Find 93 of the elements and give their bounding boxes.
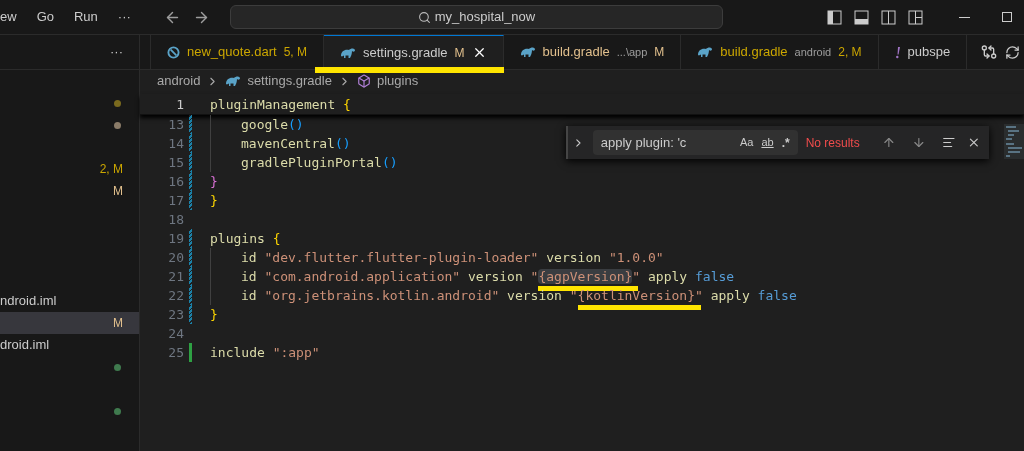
layout-grid-icon[interactable] <box>908 9 923 25</box>
line-number: 15 <box>167 154 184 172</box>
match-case-toggle[interactable]: Aa <box>739 134 754 151</box>
code-token: version <box>545 250 603 265</box>
more-actions-icon[interactable]: ··· <box>110 42 123 62</box>
code-token: " <box>695 288 703 303</box>
elephant-icon <box>697 46 714 58</box>
git-status: M <box>113 183 123 200</box>
code-token: id <box>241 250 258 265</box>
code-token: false <box>695 269 735 284</box>
line-number: 13 <box>167 116 184 134</box>
elephant-icon <box>225 75 242 87</box>
elephant-icon <box>339 46 356 59</box>
code-token: { <box>343 96 351 112</box>
restore-icon[interactable] <box>1002 12 1012 22</box>
sidebar-row[interactable]: M <box>0 312 139 334</box>
line-number: 18 <box>167 211 184 229</box>
line-number: 1 <box>175 95 184 114</box>
code-token: } <box>210 193 218 208</box>
line-number: 19 <box>167 230 184 248</box>
exclamation-icon <box>894 45 901 59</box>
layout-split-icon[interactable] <box>881 9 896 25</box>
code-token: version <box>466 269 524 284</box>
compare-changes-icon[interactable] <box>981 44 997 60</box>
search-icon <box>417 10 431 24</box>
layout-panel-icon[interactable] <box>854 9 869 25</box>
menu-item[interactable]: ··· <box>117 7 131 27</box>
file-name[interactable]: ndroid.iml <box>0 291 57 311</box>
next-match-icon[interactable] <box>911 135 926 150</box>
find-result: No results <box>805 134 861 152</box>
line-number: 23 <box>167 306 184 324</box>
code-token: () <box>334 136 351 151</box>
line-number: 14 <box>167 135 184 153</box>
previous-match-icon[interactable] <box>882 135 896 150</box>
code-token: include <box>210 345 266 360</box>
code-token: () <box>287 117 304 132</box>
code-token: " <box>632 269 641 284</box>
menu-item[interactable]: ew <box>0 7 17 27</box>
cube-icon <box>356 74 371 88</box>
code-token: plugins <box>210 231 266 246</box>
elephant-icon <box>519 46 536 58</box>
code-token: mavenCentral <box>241 136 335 151</box>
refresh-icon[interactable] <box>1005 44 1020 60</box>
code-token: ":app" <box>272 345 320 360</box>
menu-item[interactable]: Go <box>36 7 54 27</box>
editor-tab[interactable]: pubspe <box>878 35 968 69</box>
search-field[interactable]: my_hospital_now <box>230 5 723 29</box>
code-token: version <box>506 288 563 303</box>
code-token: {agpVersion} <box>538 269 633 284</box>
line-number: 20 <box>167 249 184 267</box>
code-token: google <box>241 117 288 132</box>
minimize-icon[interactable] <box>959 16 970 18</box>
code-token: apply <box>647 269 689 284</box>
code-token: id <box>241 269 258 284</box>
find-in-selection-icon[interactable] <box>941 135 956 150</box>
close-icon[interactable] <box>967 135 981 150</box>
code-token: pluginManagement <box>210 96 337 112</box>
menu-item[interactable]: Run <box>73 7 98 27</box>
editor-tab[interactable]: settings.gradle M <box>323 35 504 69</box>
code-token: false <box>757 288 797 303</box>
breadcrumb-item[interactable]: android <box>157 71 201 91</box>
whole-word-toggle[interactable]: ab <box>761 134 774 151</box>
minimap <box>1004 124 1024 159</box>
code-token: () <box>381 155 398 170</box>
code-token: id <box>241 288 258 303</box>
code-token: " <box>569 288 578 303</box>
git-status: 2, M <box>99 161 123 178</box>
code-token: { <box>272 231 281 246</box>
line-number: 17 <box>167 192 184 210</box>
code-token: apply <box>709 288 751 303</box>
code-token: "dev.flutter.flutter-plugin-loader" <box>264 250 539 265</box>
breadcrumb-item[interactable]: settings.gradle <box>247 71 332 91</box>
line-number: 24 <box>167 325 184 343</box>
editor-tab[interactable]: build.gradle ...\app M <box>503 35 682 69</box>
code-token: } <box>210 307 218 322</box>
breadcrumb-item[interactable]: plugins <box>376 71 419 91</box>
line-number: 25 <box>167 344 184 362</box>
code-token: "org.jetbrains.kotlin.android" <box>264 288 500 303</box>
git-status: M <box>113 315 123 332</box>
line-number: 21 <box>167 268 184 286</box>
layout-sidebar-icon[interactable] <box>827 9 842 25</box>
code-token: "1.0.0" <box>608 250 664 265</box>
code-token: gradlePluginPortal <box>241 155 382 170</box>
file-name[interactable]: droid.iml <box>0 335 50 355</box>
line-number: 22 <box>167 287 184 305</box>
code-token: {kotlinVersion} <box>577 288 695 303</box>
editor-tab[interactable]: build.gradle android 2, M <box>681 35 879 69</box>
line-number: 16 <box>167 173 184 191</box>
code-token: " <box>530 269 539 284</box>
find-input[interactable]: apply plugin: 'c Aa ab .* <box>592 130 798 155</box>
code-token: "com.android.application" <box>264 269 461 284</box>
regex-toggle[interactable]: .* <box>781 133 790 152</box>
code-token: } <box>210 174 218 189</box>
